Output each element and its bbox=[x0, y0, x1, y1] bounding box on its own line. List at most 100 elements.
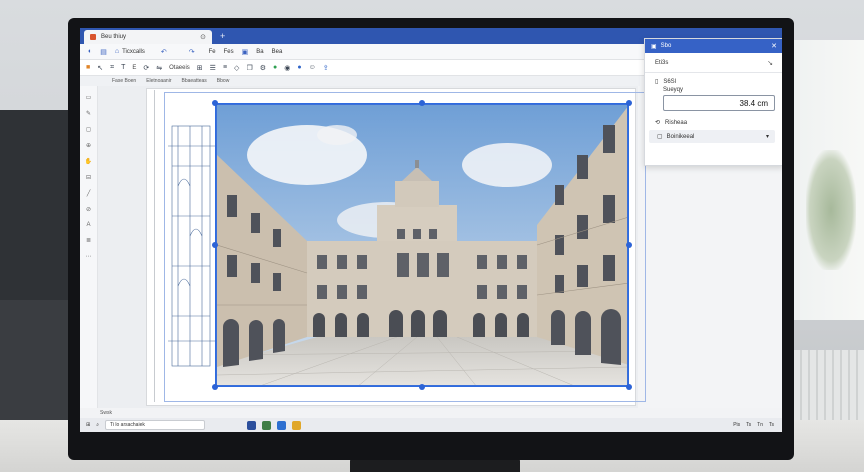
reset-icon: ⟲ bbox=[655, 120, 661, 126]
paint-icon[interactable]: ■ bbox=[86, 64, 90, 71]
panel-divider bbox=[645, 72, 782, 73]
tray-item-3[interactable]: Tn bbox=[757, 422, 763, 428]
layers-tool-icon[interactable]: ≣ bbox=[86, 237, 91, 244]
undo-icon[interactable]: ↶ bbox=[161, 48, 167, 56]
color-green-icon[interactable]: ● bbox=[273, 64, 277, 71]
ribbon-item-3[interactable]: Fes bbox=[224, 49, 234, 55]
sheet-item-1[interactable]: Fase Boen bbox=[112, 78, 136, 84]
measure-tool-icon[interactable]: ⊟ bbox=[86, 174, 91, 181]
align-icon[interactable]: ≡ bbox=[223, 64, 227, 71]
expand-icon[interactable]: ↘ bbox=[767, 59, 773, 67]
panel-title: Sbo bbox=[660, 43, 672, 49]
color-blue-icon[interactable]: ● bbox=[297, 64, 301, 71]
more-tool-icon[interactable]: ⋯ bbox=[86, 253, 92, 260]
copy-icon[interactable]: ❐ bbox=[246, 64, 252, 72]
resize-handle-bottom-right[interactable] bbox=[626, 384, 632, 390]
canvas-area[interactable] bbox=[98, 86, 646, 408]
panel-row-size: ▯ S6Sl bbox=[655, 78, 676, 86]
sheet-item-4[interactable]: Bbow bbox=[217, 78, 230, 84]
resize-handle-middle-left[interactable] bbox=[212, 242, 218, 248]
hand-tool-icon[interactable]: ✋ bbox=[85, 158, 92, 165]
panel-row-height-label: Sueyqy bbox=[663, 87, 684, 93]
size-icon: ▯ bbox=[655, 79, 659, 85]
toolbar-label-2[interactable]: Otaeeis bbox=[169, 65, 190, 71]
new-tab-icon[interactable]: + bbox=[220, 31, 225, 41]
resize-handle-bottom-center[interactable] bbox=[419, 384, 425, 390]
background-plant bbox=[806, 150, 856, 270]
panel-row-reset[interactable]: ⟲ Risheaa bbox=[645, 119, 782, 127]
flip-icon[interactable]: ⇋ bbox=[156, 64, 162, 72]
shape-icon[interactable]: ◇ bbox=[234, 64, 239, 72]
status-text: Swsk bbox=[100, 410, 112, 416]
left-rail: ▭ ✎ ◻ ⊕ ✋ ⊟ ╱ ⊘ A ≣ ⋯ bbox=[80, 86, 98, 408]
text-tool-icon[interactable]: A bbox=[86, 222, 90, 228]
taskbar-app-mail-icon[interactable] bbox=[247, 420, 257, 430]
ribbon-item-4[interactable]: Ba bbox=[256, 49, 263, 55]
background-box bbox=[0, 300, 70, 420]
crop-icon[interactable]: ⌗ bbox=[110, 64, 114, 72]
select-icon: ▢ bbox=[657, 134, 663, 140]
taskbar-app-browser-icon[interactable] bbox=[277, 420, 287, 430]
back-icon[interactable]: ◐ bbox=[88, 48, 92, 55]
eraser-tool-icon[interactable]: ◻ bbox=[86, 126, 91, 133]
background-radiator bbox=[794, 350, 864, 430]
sheet-item-2[interactable]: Eletnoaanir bbox=[146, 78, 171, 84]
cursor-icon[interactable]: ↖ bbox=[97, 64, 103, 72]
height-input[interactable]: 38.4 cm bbox=[663, 95, 775, 111]
pen-tool-icon[interactable]: ✎ bbox=[86, 110, 91, 117]
tray-item-1[interactable]: Pis bbox=[733, 422, 740, 428]
vertical-guide bbox=[154, 90, 155, 402]
fill-icon[interactable]: ◉ bbox=[284, 64, 290, 72]
ribbon-item-1[interactable]: ⌂ Ticxcalls bbox=[115, 48, 145, 55]
redo-icon[interactable]: ↷ bbox=[189, 48, 195, 56]
export-icon[interactable]: ⇪ bbox=[323, 64, 329, 72]
text-icon[interactable]: T bbox=[121, 64, 125, 71]
taskbar: ⊞ ⌕ Ti lo arsachaiek Pis Ts Tn Ts bbox=[80, 418, 782, 432]
blueprint-sketch bbox=[168, 125, 216, 367]
zoom-tool-icon[interactable]: ⊕ bbox=[86, 142, 91, 149]
home-icon: ⌂ bbox=[114, 48, 120, 55]
chevron-down-icon: ▾ bbox=[765, 134, 769, 140]
ribbon-item-2[interactable]: Fe bbox=[209, 49, 216, 55]
sheet-item-3[interactable]: Bbaeatteas bbox=[181, 78, 206, 84]
size-properties-panel: ▣ Sbo ✕ Eti3s ↘ ▯ S6Sl Sueyqy 38.4 cm ⟲ … bbox=[644, 38, 782, 166]
resize-handle-top-right[interactable] bbox=[626, 100, 632, 106]
scale-select[interactable]: ▢ Boinikeeal ▾ bbox=[649, 130, 775, 143]
monitor-stand bbox=[350, 458, 520, 472]
tab-close-icon[interactable]: ⊙ bbox=[200, 33, 206, 41]
taskbar-app-editor-icon[interactable] bbox=[292, 420, 302, 430]
person-icon[interactable]: ☺ bbox=[309, 64, 316, 71]
taskbar-search[interactable]: Ti lo arsachaiek bbox=[105, 420, 206, 430]
settings-icon[interactable]: ⚙ bbox=[260, 64, 266, 72]
sheet-bar: Fase Boen Eletnoaanir Bbaeatteas Bbow bbox=[80, 76, 640, 86]
tray-item-2[interactable]: Ts bbox=[746, 422, 751, 428]
select-tool-icon[interactable]: ▭ bbox=[86, 94, 92, 101]
dropper-tool-icon[interactable]: ⊘ bbox=[86, 206, 91, 213]
layers-icon[interactable]: ☰ bbox=[210, 64, 216, 72]
tab-title: Beu thiuy bbox=[101, 34, 127, 40]
resize-handle-top-left[interactable] bbox=[212, 100, 218, 106]
file-icon[interactable]: ▤ bbox=[100, 48, 107, 56]
search-icon[interactable]: ⌕ bbox=[96, 422, 99, 428]
resize-handle-middle-right[interactable] bbox=[626, 242, 632, 248]
resize-handle-top-center[interactable] bbox=[419, 100, 425, 106]
ribbon-item-5[interactable]: Bea bbox=[272, 49, 283, 55]
panel-header-icon: ▣ bbox=[651, 43, 657, 50]
panel-header: ▣ Sbo ✕ bbox=[645, 39, 782, 53]
monitor: Beu thiuy ⊙ + ◐ ▤ ⌂ Ticxcalls ↶ ↷ Fe Fes … bbox=[68, 18, 794, 460]
app-icon bbox=[90, 34, 96, 40]
start-icon[interactable]: ⊞ bbox=[86, 422, 90, 428]
tray-item-4[interactable]: Ts bbox=[769, 422, 774, 428]
document-tab[interactable]: Beu thiuy ⊙ bbox=[84, 30, 212, 44]
system-tray: Pis Ts Tn Ts bbox=[733, 422, 774, 428]
toolbar-label-1: E bbox=[132, 64, 137, 71]
resize-handle-bottom-left[interactable] bbox=[212, 384, 218, 390]
courtyard-photo[interactable] bbox=[216, 104, 628, 386]
panel-row-effects[interactable]: Eti3s ↘ bbox=[645, 59, 782, 67]
panel-close-icon[interactable]: ✕ bbox=[771, 42, 777, 50]
grid-icon[interactable]: ⊞ bbox=[197, 64, 203, 72]
rotate-icon[interactable]: ⟳ bbox=[143, 64, 149, 72]
line-tool-icon[interactable]: ╱ bbox=[87, 190, 91, 197]
taskbar-app-files-icon[interactable] bbox=[262, 420, 272, 430]
image-icon[interactable]: ▣ bbox=[242, 48, 249, 56]
